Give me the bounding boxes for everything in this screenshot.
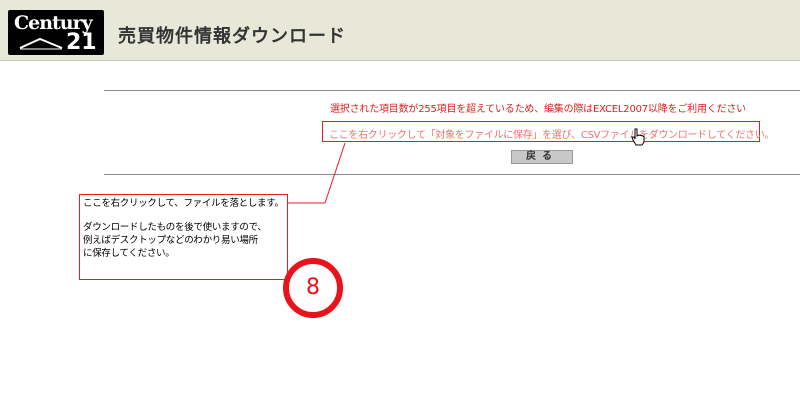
- century21-logo[interactable]: Century 21: [8, 10, 104, 55]
- hand-pointer-icon: [631, 128, 645, 146]
- divider-bottom: [104, 174, 800, 175]
- logo-roof-icon: [19, 37, 63, 50]
- callout-line-4: に保存してください。: [83, 248, 175, 259]
- step-number-badge: 8: [283, 258, 343, 318]
- callout-line-2: ダウンロードしたものを後で使いますので、: [83, 222, 267, 233]
- csv-download-link-highlight[interactable]: ここを右クリックして「対象をファイルに保存」を選び、CSVファイルをダウンロード…: [322, 121, 774, 142]
- excel-warning-text: 選択された項目数が255項目を超えているため、編集の際はEXCEL2007以降を…: [330, 104, 746, 115]
- step-number: 8: [306, 275, 320, 300]
- csv-download-link[interactable]: ここを右クリックして「対象をファイルに保存」を選び、CSVファイルをダウンロード…: [329, 126, 774, 141]
- header-bar: Century 21 売買物件情報ダウンロード: [0, 0, 800, 61]
- callout-line-3: 例えばデスクトップなどのわかり易い場所: [83, 235, 258, 246]
- back-button[interactable]: 戻る: [511, 150, 573, 164]
- divider-top: [104, 90, 800, 91]
- logo-number: 21: [66, 30, 97, 55]
- callout-line-1: ここを右クリックして、ファイルを落とします。: [83, 198, 284, 209]
- instruction-callout: ここを右クリックして、ファイルを落とします。 ダウンロードしたものを後で使います…: [79, 194, 288, 280]
- page-title: 売買物件情報ダウンロード: [118, 26, 346, 47]
